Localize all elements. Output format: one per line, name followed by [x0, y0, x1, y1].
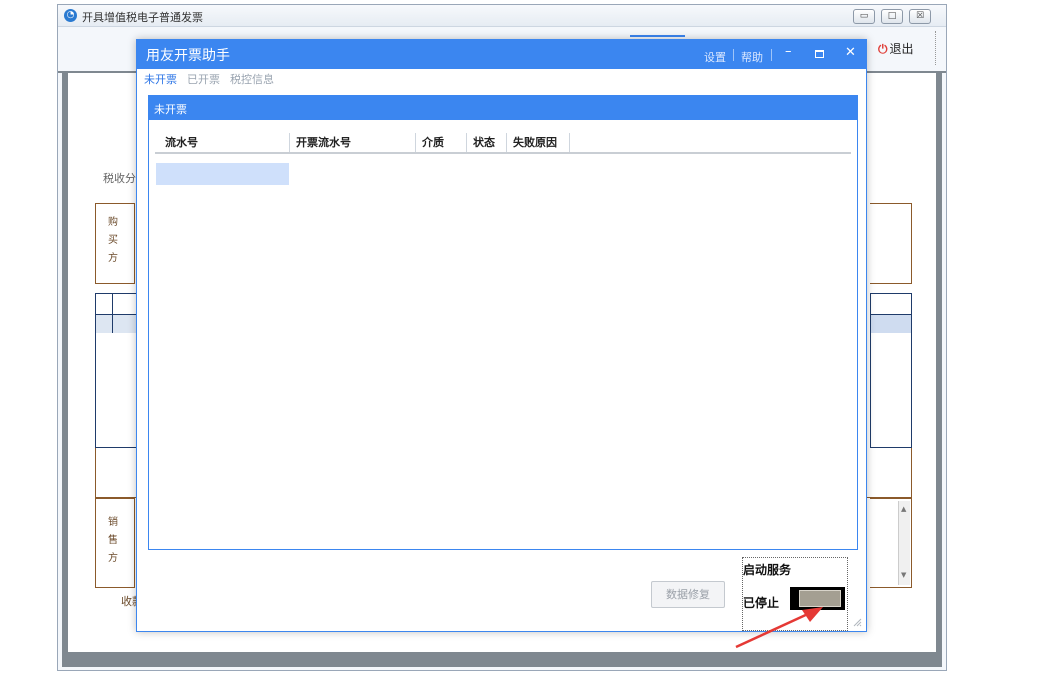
exit-button[interactable]: ⏻ 退出 — [878, 40, 914, 57]
column-header-fail-reason[interactable]: 失败原因 — [507, 133, 570, 153]
scroll-up-icon[interactable]: ▲ — [901, 505, 906, 513]
close-button[interactable]: ☒ — [909, 9, 931, 24]
table-row[interactable] — [156, 163, 289, 185]
minimize-button[interactable]: ▭ — [853, 9, 875, 24]
remarks-scrollbar[interactable]: ▲ ▼ — [898, 501, 910, 585]
buyer-char: 购 — [108, 217, 118, 228]
maximize-button[interactable]: □ — [881, 9, 903, 24]
dialog-maximize-icon[interactable] — [815, 50, 824, 58]
tab-tax-control-info[interactable]: 税控信息 — [230, 73, 274, 86]
header-underline — [155, 152, 851, 154]
main-window-title: 开具增值税电子普通发票 — [82, 11, 203, 24]
column-header-medium[interactable]: 介质 — [416, 133, 467, 153]
scroll-down-icon[interactable]: ▼ — [901, 571, 906, 579]
helper-dialog: 用友开票助手 设置 帮助 – ✕ 未开票 已开票 税控信息 未开票 流水号 开票流水… — [136, 39, 867, 632]
column-header-invoice-serial[interactable]: 开票流水号 — [290, 133, 416, 153]
settings-link[interactable]: 设置 — [704, 49, 726, 65]
header-separator — [733, 49, 734, 61]
app-logo-icon: ◔ — [64, 9, 77, 22]
goods-table-right — [870, 293, 912, 448]
seller-char: 方 — [108, 553, 118, 564]
buyer-box-right — [870, 203, 912, 284]
dialog-close-icon[interactable]: ✕ — [845, 45, 856, 60]
data-repair-button[interactable]: 数据修复 — [651, 581, 725, 608]
panel-title: 未开票 — [154, 103, 187, 116]
dialog-tabs: 未开票 已开票 税控信息 — [144, 71, 284, 87]
panel-header: 未开票 — [149, 96, 857, 120]
red-arrow-icon — [735, 607, 823, 649]
tab-issued[interactable]: 已开票 — [187, 73, 220, 86]
main-titlebar: ◔ 开具增值税电子普通发票 ▭ □ ☒ — [58, 5, 946, 27]
start-service-label: 启动服务 — [743, 563, 792, 577]
resize-grip-icon[interactable] — [852, 617, 862, 627]
power-icon: ⏻ — [878, 42, 888, 56]
buyer-char: 方 — [108, 253, 118, 264]
dialog-title: 用友开票助手 — [146, 48, 230, 64]
tab-not-issued[interactable]: 未开票 — [144, 73, 177, 86]
toolbar-tab-indicator — [630, 35, 685, 37]
document-bottom-border — [62, 652, 942, 667]
goods-table-left — [95, 293, 141, 448]
column-header-serial[interactable]: 流水号 — [159, 133, 290, 153]
buyer-label: 购 买 方 — [106, 214, 120, 268]
toolbar-divider — [935, 31, 936, 65]
dialog-minimize-icon[interactable]: – — [785, 44, 792, 59]
header-separator — [771, 49, 772, 61]
seller-box: 销 售 方 — [95, 498, 135, 588]
not-issued-panel: 未开票 流水号 开票流水号 介质 状态 失败原因 — [148, 95, 858, 550]
exit-label: 退出 — [889, 42, 914, 56]
buyer-char: 买 — [108, 235, 118, 246]
seller-char: 售 — [108, 535, 118, 546]
remarks-box: ▲ ▼ — [870, 498, 912, 588]
help-link[interactable]: 帮助 — [741, 49, 763, 65]
seller-label: 销 售 方 — [106, 514, 120, 568]
column-header-status[interactable]: 状态 — [467, 133, 507, 153]
buyer-box: 购 买 方 — [95, 203, 135, 284]
seller-char: 销 — [108, 517, 118, 528]
dialog-header: 用友开票助手 设置 帮助 – ✕ — [137, 40, 866, 69]
